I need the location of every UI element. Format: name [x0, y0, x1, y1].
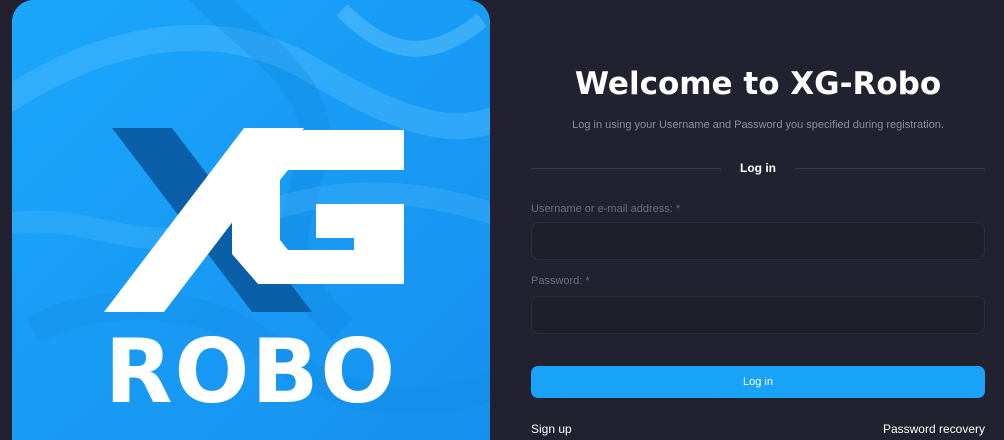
page-title: Welcome to XG-Robo: [574, 66, 942, 102]
brand-panel: ROBO: [12, 0, 490, 440]
signup-link[interactable]: Sign up: [531, 422, 572, 436]
login-button[interactable]: Log in: [531, 366, 985, 398]
login-form: Welcome to XG-Robo Log in using your Use…: [531, 0, 985, 440]
brand-wordmark: ROBO: [104, 320, 398, 423]
password-input[interactable]: [531, 296, 985, 334]
login-page: ROBO Welcome to XG-Robo Log in using you…: [0, 0, 1004, 440]
username-label: Username or e-mail address: *: [531, 203, 681, 215]
username-input[interactable]: [531, 222, 985, 260]
password-recovery-link[interactable]: Password recovery: [883, 422, 985, 436]
divider-line-right: [795, 168, 985, 169]
page-subtitle: Log in using your Username and Password …: [572, 119, 944, 131]
password-label: Password: *: [531, 275, 590, 287]
login-section-divider: Log in: [531, 160, 985, 176]
